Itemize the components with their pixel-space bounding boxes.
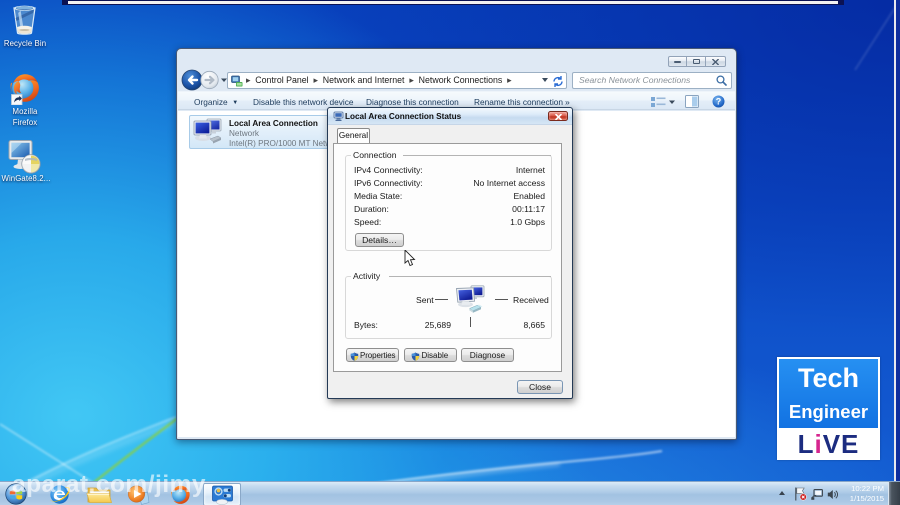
svg-text:?: ? <box>716 96 722 106</box>
